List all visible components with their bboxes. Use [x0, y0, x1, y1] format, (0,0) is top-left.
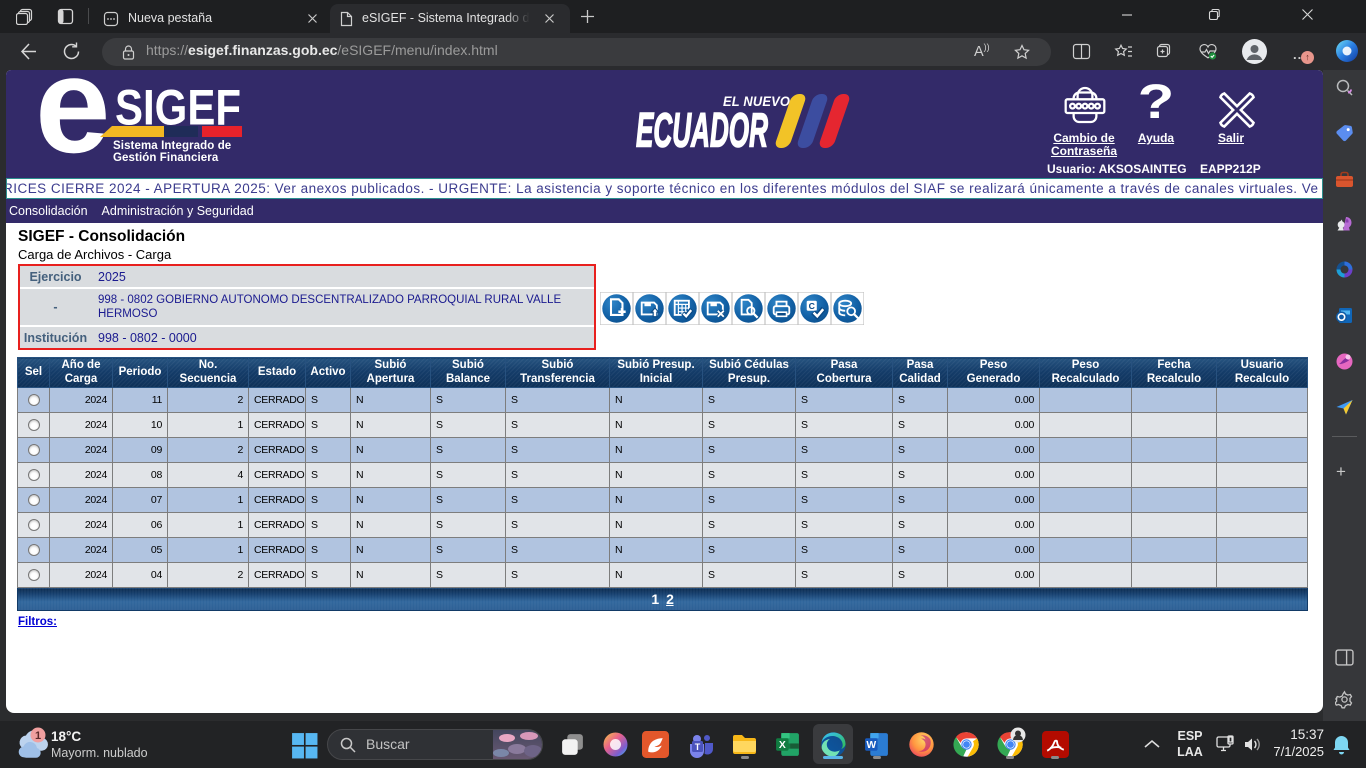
svg-text:X: X [779, 740, 786, 751]
svg-text:C: C [809, 301, 816, 311]
svg-text:T: T [695, 742, 701, 752]
svg-text:W: W [866, 740, 876, 751]
svg-text:1: 1 [35, 730, 41, 742]
